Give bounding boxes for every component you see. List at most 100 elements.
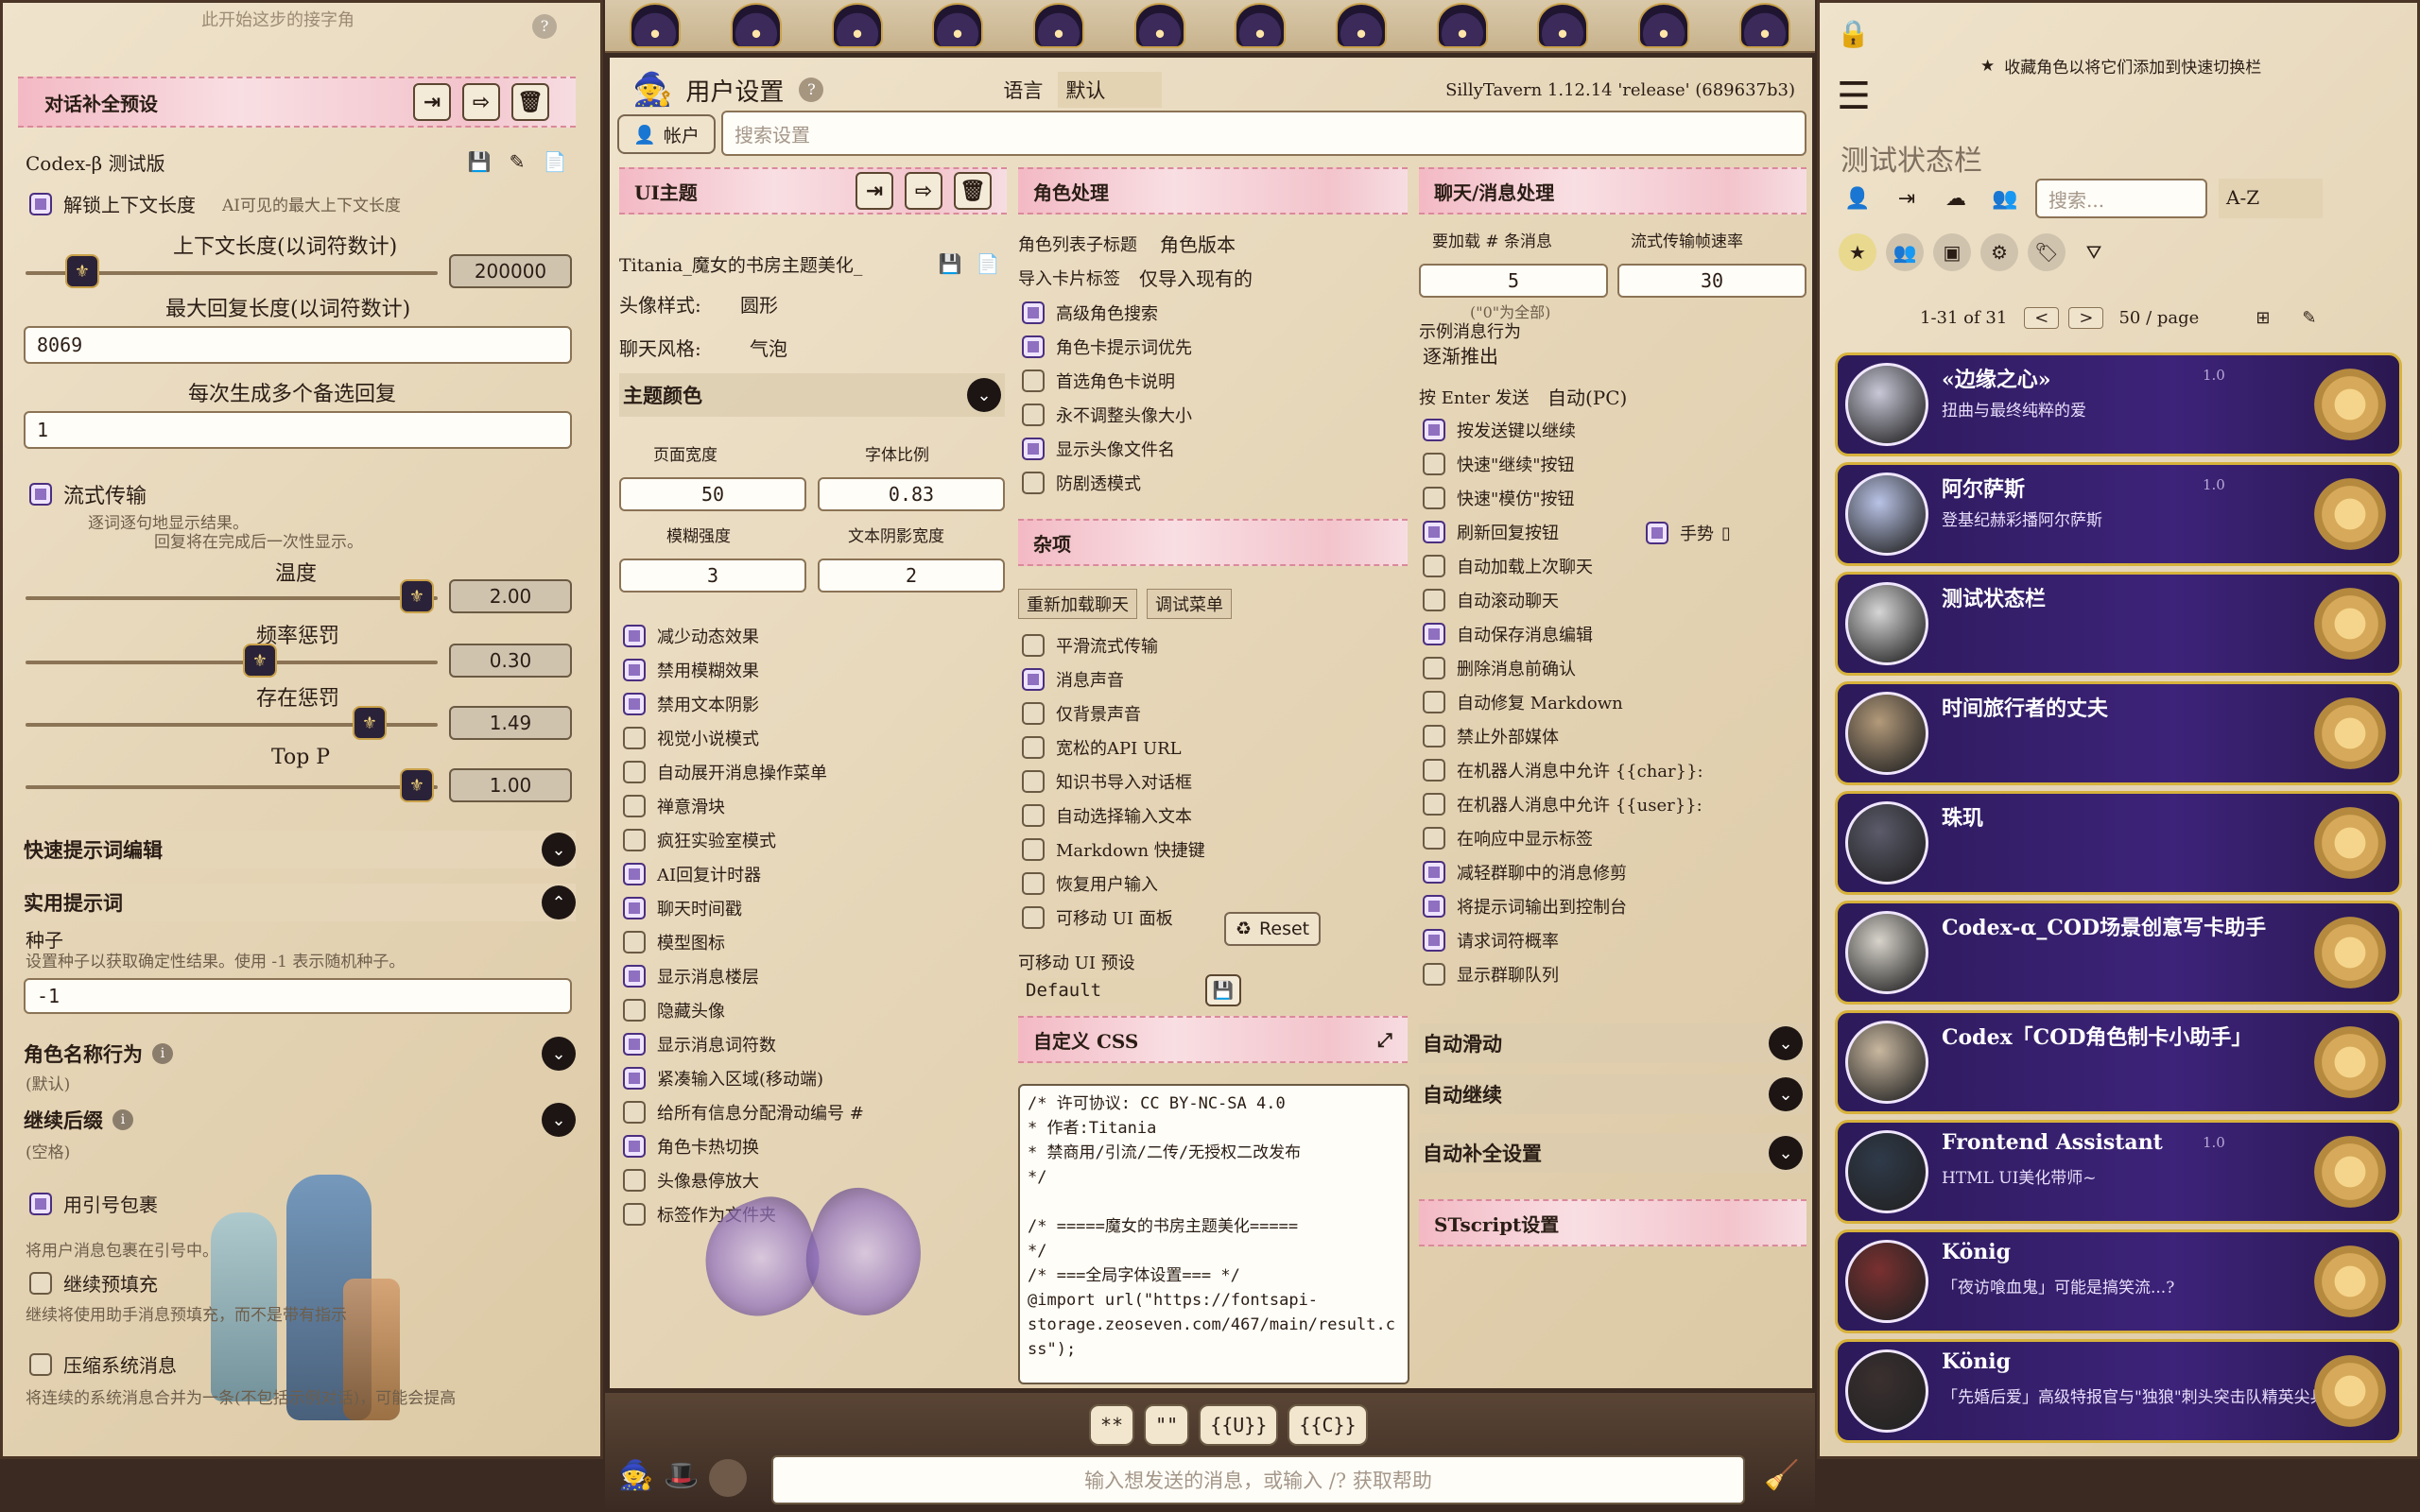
chevron-down-icon[interactable]: ⌄ — [542, 833, 576, 867]
add-character-icon[interactable]: 👤 — [1839, 180, 1876, 217]
setting-checkbox[interactable] — [1022, 872, 1045, 895]
setting-checkbox[interactable] — [1423, 487, 1445, 509]
per-page-select[interactable]: 50 / page — [2118, 308, 2199, 328]
char-list-select[interactable]: 角色版本 — [1160, 230, 1236, 257]
font-scale-input[interactable]: 0.83 — [818, 477, 1005, 511]
witch-hat-2-icon[interactable] — [730, 3, 782, 48]
auto-continue-header[interactable]: 自动继续 ⌄ — [1419, 1074, 1806, 1114]
setting-checkbox[interactable] — [1022, 906, 1045, 929]
theme-colors-header[interactable]: 主题颜色 ⌄ — [619, 373, 1005, 417]
folder-filter-icon[interactable]: ▣ — [1933, 233, 1971, 271]
new-theme-icon[interactable]: 📄 — [969, 252, 1007, 275]
witch-hat-1-icon[interactable] — [630, 3, 682, 48]
account-button[interactable]: 👤 帐户 — [617, 114, 716, 154]
import-theme-icon[interactable]: ⇥ — [856, 172, 893, 210]
format-button[interactable]: ** — [1089, 1404, 1135, 1446]
cloud-download-icon[interactable]: ☁ — [1937, 180, 1975, 217]
freq-value[interactable]: 0.30 — [449, 644, 572, 678]
character-card[interactable]: 时间旅行者的丈夫 — [1835, 681, 2402, 785]
group-icon[interactable]: 👥 — [1986, 180, 2024, 217]
wand-icon[interactable]: 🧙 — [618, 1459, 653, 1492]
chat-style-select[interactable]: 气泡 — [750, 334, 787, 361]
debug-menu-button[interactable]: 调试菜单 — [1147, 589, 1232, 619]
setting-checkbox[interactable] — [1423, 725, 1445, 747]
hat-icon[interactable]: 🎩 — [664, 1459, 699, 1492]
reload-chat-button[interactable]: 重新加载聊天 — [1018, 589, 1137, 619]
expand-icon[interactable]: ⤢ — [1377, 1028, 1392, 1051]
reset-button[interactable]: ♻ Reset — [1224, 912, 1322, 946]
page-width-input[interactable]: 50 — [619, 477, 806, 511]
witch-hat-10-icon[interactable] — [1537, 3, 1589, 48]
setting-checkbox[interactable] — [623, 761, 646, 783]
grid-view-icon[interactable]: ⊞ — [2256, 308, 2270, 328]
setting-checkbox[interactable] — [1022, 472, 1045, 494]
theme-select[interactable]: Titania_魔女的书房主题美化_ — [619, 251, 931, 277]
topp-slider-knob[interactable]: ⚜ — [400, 768, 434, 802]
setting-checkbox[interactable] — [1022, 770, 1045, 793]
clear-filter-icon[interactable]: ⛛ — [2075, 233, 2113, 271]
chevron-up-icon[interactable]: ⌃ — [542, 885, 576, 919]
lang-select[interactable]: 默认 — [1058, 72, 1163, 108]
setting-checkbox[interactable] — [623, 1169, 646, 1192]
util-prompts-header[interactable]: 实用提示词 ⌃ — [24, 884, 576, 921]
import-tags-select[interactable]: 仅导入现有的 — [1139, 264, 1253, 291]
new-preset-icon[interactable]: 📄 — [536, 150, 574, 173]
character-card[interactable]: 阿尔萨斯 登基纪赫彩播阿尔萨斯 1.0 — [1835, 462, 2402, 566]
cont-prefill-checkbox[interactable] — [29, 1271, 52, 1295]
setting-checkbox[interactable] — [1022, 369, 1045, 392]
prev-page-button[interactable]: < — [2024, 307, 2060, 329]
import-character-icon[interactable]: ⇥ — [1888, 180, 1926, 217]
setting-checkbox[interactable] — [1423, 521, 1445, 543]
seed-input[interactable]: -1 — [24, 978, 572, 1014]
freq-slider-knob[interactable]: ⚜ — [243, 644, 277, 678]
enter-send-select[interactable]: 自动(PC) — [1547, 383, 1627, 410]
witch-hat-11-icon[interactable] — [1637, 3, 1689, 48]
chevron-down-icon[interactable]: ⌄ — [542, 1037, 576, 1071]
temp-slider[interactable] — [26, 596, 438, 600]
setting-checkbox[interactable] — [1423, 827, 1445, 850]
character-card[interactable]: König 「先婚后爱」高级特报官与"独狼"刺头突击队精英尖兵 — [1835, 1339, 2402, 1443]
help-icon[interactable]: ? — [799, 77, 824, 102]
ctx-value[interactable]: 200000 — [449, 254, 572, 288]
lock-icon[interactable]: 🔒 — [1837, 18, 1870, 49]
character-card[interactable]: König 「夜访喰血鬼」可能是搞笑流...? — [1835, 1229, 2402, 1333]
setting-checkbox[interactable] — [1022, 438, 1045, 460]
unlock-ctx-checkbox[interactable] — [29, 192, 52, 215]
character-card[interactable]: Frontend Assistant HTML UI美化带师~ 1.0 — [1835, 1120, 2402, 1224]
setting-checkbox[interactable] — [623, 1033, 646, 1056]
setting-checkbox[interactable] — [1022, 838, 1045, 861]
format-button[interactable]: {{C}} — [1288, 1404, 1368, 1446]
setting-checkbox[interactable] — [1423, 929, 1445, 952]
witch-hat-5-icon[interactable] — [1032, 3, 1084, 48]
character-card[interactable]: Codex-α_COD场景创意写卡助手 — [1835, 901, 2402, 1005]
export-preset-icon[interactable]: ⇨ — [462, 83, 500, 121]
cont-suffix-header[interactable]: 继续后缀 i ⌄ — [24, 1101, 576, 1139]
menu-icon[interactable]: ☰ — [1837, 75, 1871, 118]
setting-checkbox[interactable] — [623, 1135, 646, 1158]
save-preset-icon[interactable]: 💾 — [1205, 974, 1241, 1006]
witch-hat-12-icon[interactable] — [1738, 3, 1790, 48]
stream-fps-input[interactable]: 30 — [1617, 264, 1806, 298]
setting-checkbox[interactable] — [623, 1101, 646, 1124]
character-card[interactable]: 珠玑 — [1835, 791, 2402, 895]
sort-select[interactable]: A-Z — [2219, 179, 2323, 218]
format-button[interactable]: "" — [1144, 1404, 1190, 1446]
tag-filter-icon[interactable]: 🏷 — [2028, 233, 2066, 271]
setting-checkbox[interactable] — [1022, 736, 1045, 759]
pres-slider-knob[interactable]: ⚜ — [353, 706, 387, 740]
setting-checkbox[interactable] — [623, 931, 646, 954]
shadow-input[interactable]: 2 — [818, 558, 1005, 593]
setting-checkbox[interactable] — [1022, 702, 1045, 725]
setting-checkbox[interactable] — [1423, 895, 1445, 918]
custom-css-editor[interactable]: /* 许可协议: CC BY-NC-SA 4.0 * 作者:Titania * 禁商… — [1018, 1084, 1409, 1384]
setting-checkbox[interactable] — [1423, 861, 1445, 884]
maxresp-input[interactable]: 8069 — [24, 326, 572, 364]
chevron-down-icon[interactable]: ⌄ — [542, 1103, 576, 1137]
char-search-input[interactable]: 搜索... — [2035, 179, 2207, 218]
setting-checkbox[interactable] — [623, 965, 646, 988]
preset-select[interactable]: Codex-β 测试版 — [26, 148, 460, 176]
setting-checkbox[interactable] — [623, 999, 646, 1022]
topp-slider[interactable] — [26, 785, 438, 789]
setting-checkbox[interactable] — [623, 693, 646, 715]
character-card[interactable]: «边缘之心» 扭曲与最终纯粹的爱 1.0 — [1835, 352, 2402, 456]
